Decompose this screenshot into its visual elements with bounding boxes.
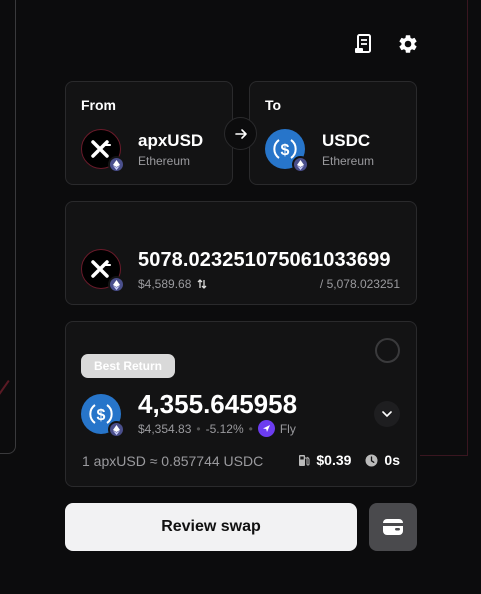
input-usd-value: $4,589.68 xyxy=(138,277,192,291)
from-token-selector[interactable]: apxUSD Ethereum xyxy=(81,129,204,173)
arrow-right-icon xyxy=(234,128,247,139)
wallet-button[interactable] xyxy=(369,503,417,551)
svg-text:$: $ xyxy=(97,407,106,424)
from-label: From xyxy=(81,97,116,113)
apxusd-logo xyxy=(81,129,125,173)
separator-dot: • xyxy=(196,421,201,436)
receipt-icon[interactable] xyxy=(353,33,375,55)
fly-provider-icon xyxy=(257,420,275,437)
refresh-timer-icon[interactable] xyxy=(375,338,400,363)
to-token-card[interactable]: To $ USDC Ethereum xyxy=(249,81,417,185)
expand-quote-button[interactable] xyxy=(374,401,400,427)
usdc-logo: $ xyxy=(265,129,309,173)
provider-name: Fly xyxy=(279,421,296,436)
from-token-chain: Ethereum xyxy=(138,153,191,168)
gas-pump-icon xyxy=(298,454,310,467)
ethereum-icon xyxy=(292,156,309,173)
swap-direction-button[interactable] xyxy=(224,117,257,150)
separator-dot: • xyxy=(248,421,253,436)
from-token-name: apxUSD xyxy=(138,130,204,150)
toggle-currency-icon[interactable] xyxy=(197,278,207,290)
estimated-time: 0s xyxy=(384,452,400,468)
from-token-card[interactable]: From apxUSD Ethereum xyxy=(65,81,233,185)
chevron-down-icon xyxy=(382,410,392,417)
to-token-name: USDC xyxy=(322,130,371,150)
ethereum-icon xyxy=(108,421,125,438)
input-amount-field[interactable]: 5078.023251075061033699 xyxy=(138,249,391,272)
output-amount: 4,355.645958 xyxy=(138,389,298,419)
to-label: To xyxy=(265,97,282,113)
gas-fee: $0.39 xyxy=(316,452,352,468)
clock-icon xyxy=(365,454,378,467)
to-token-chain: Ethereum xyxy=(322,153,375,168)
header-toolbar xyxy=(353,33,419,55)
ethereum-icon xyxy=(108,156,125,173)
wallet-icon xyxy=(383,519,403,535)
svg-text:$: $ xyxy=(281,142,290,159)
price-impact: -5.12% xyxy=(205,421,244,436)
to-token-selector[interactable]: $ USDC Ethereum xyxy=(265,129,375,173)
ethereum-icon xyxy=(108,276,125,293)
review-swap-button[interactable]: Review swap xyxy=(65,503,357,551)
output-usd-value: $4,354.83 xyxy=(138,421,192,436)
apxusd-logo xyxy=(81,249,125,293)
quote-card: Best Return $ 4,355.645958 $4,354.83 • -… xyxy=(65,321,417,487)
input-balance[interactable]: / 5,078.023251 xyxy=(320,277,400,291)
gear-icon[interactable] xyxy=(397,33,419,55)
usdc-logo: $ xyxy=(81,394,125,438)
background-accent-frame xyxy=(420,0,468,456)
best-return-badge: Best Return xyxy=(81,354,176,378)
input-amount-card: 5078.023251075061033699 $4,589.68 / 5,07… xyxy=(65,201,417,305)
exchange-rate: 1 apxUSD ≈ 0.857744 USDC xyxy=(82,453,264,469)
